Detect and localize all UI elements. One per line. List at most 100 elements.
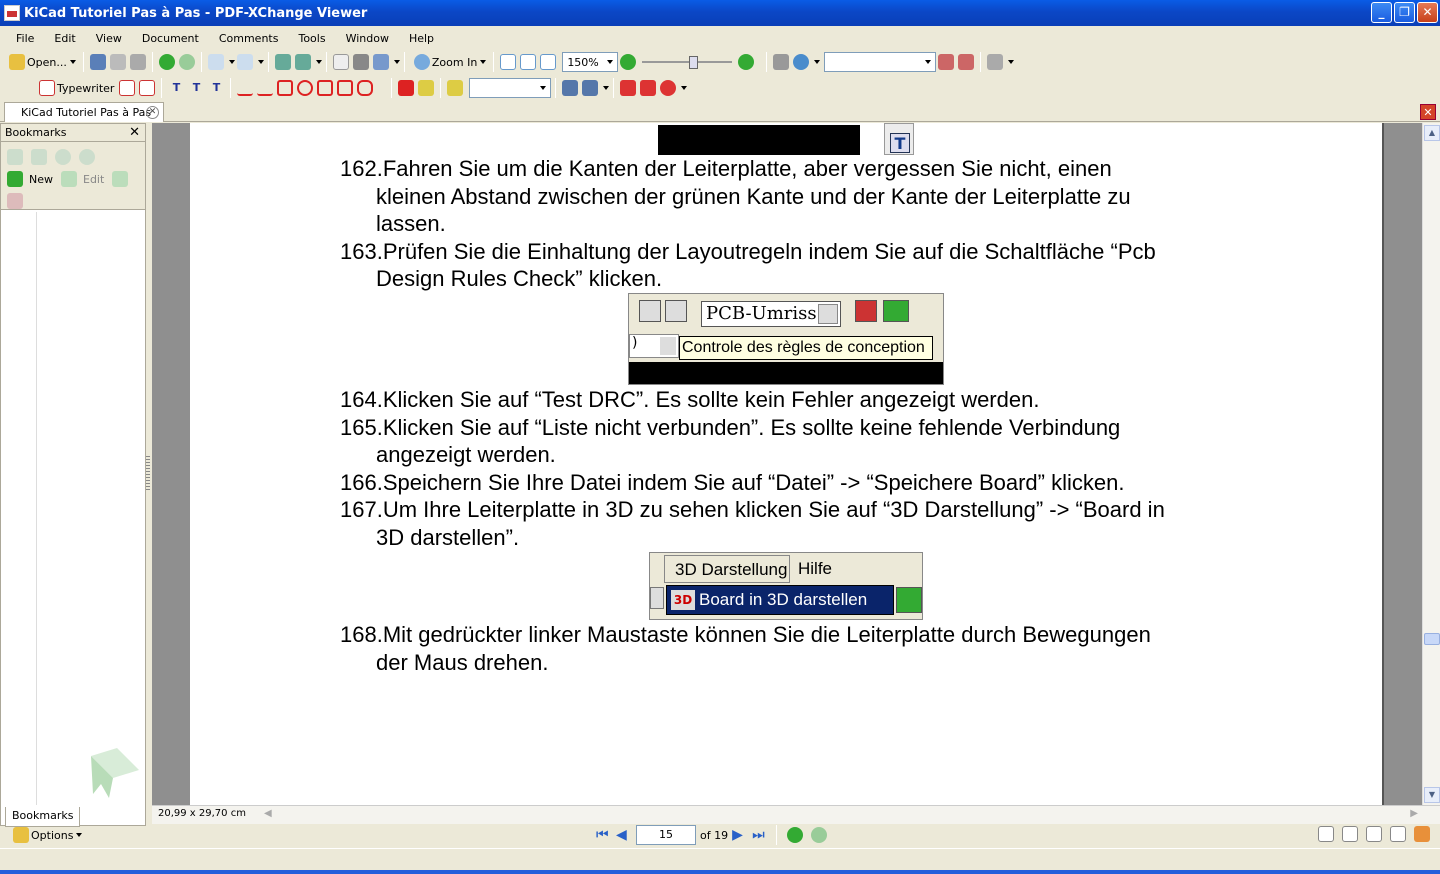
back-icon[interactable] — [158, 54, 175, 70]
last-page-icon[interactable]: ⏭ — [752, 827, 768, 843]
splitter-grip[interactable] — [146, 456, 150, 492]
page-total-label: of 19 — [700, 828, 729, 842]
rectangle-icon[interactable] — [277, 80, 294, 96]
print-icon[interactable] — [109, 54, 126, 70]
first-page-icon[interactable]: ⏮ — [596, 827, 612, 843]
fit-page-icon[interactable] — [520, 54, 537, 70]
measure-icon[interactable] — [562, 80, 579, 96]
menu-view[interactable]: View — [86, 32, 132, 45]
menu-file[interactable]: File — [6, 32, 44, 45]
scroll-left-icon[interactable]: ◀ — [264, 808, 272, 819]
scroll-thumb[interactable] — [1424, 633, 1440, 645]
nav-forward-icon[interactable] — [811, 827, 828, 843]
delete-bookmark-icon[interactable] — [7, 193, 23, 209]
snapshot-icon[interactable] — [352, 54, 369, 70]
undo-icon[interactable] — [207, 54, 224, 70]
search-icon[interactable] — [773, 54, 790, 70]
move-bookmark-icon[interactable] — [112, 171, 129, 187]
menu-comments[interactable]: Comments — [209, 32, 289, 45]
stamp-icon[interactable] — [447, 80, 464, 96]
menu-document[interactable]: Document — [132, 32, 209, 45]
layout-options-icon[interactable] — [1414, 826, 1430, 842]
pencil-icon[interactable] — [398, 80, 415, 96]
page-number-input[interactable]: 15 — [636, 825, 696, 845]
typewriter-button[interactable]: Typewriter — [34, 77, 117, 99]
menu-window[interactable]: Window — [336, 32, 399, 45]
menu-tools[interactable]: Tools — [288, 32, 335, 45]
zoom-out-icon[interactable] — [620, 54, 637, 70]
zoom-out-bookmark-icon[interactable] — [79, 149, 95, 165]
pentagon-icon[interactable] — [337, 80, 354, 96]
forward-icon[interactable] — [178, 54, 195, 70]
zoom-slider[interactable] — [642, 54, 733, 70]
tools-icon[interactable] — [987, 54, 1004, 70]
actual-size-icon[interactable] — [500, 54, 517, 70]
select-text-icon[interactable] — [372, 54, 389, 70]
search-combo[interactable] — [824, 52, 937, 72]
strikeout-icon[interactable]: T — [188, 80, 204, 96]
zoom-in-button[interactable]: Zoom In — [409, 51, 489, 73]
fit-width-icon[interactable] — [540, 54, 557, 70]
zoom-combo[interactable]: 150% — [562, 52, 619, 72]
facing-icon[interactable] — [1366, 826, 1382, 842]
restore-button[interactable]: ❐ — [1394, 2, 1415, 23]
close-document-button[interactable]: ✕ — [1420, 104, 1436, 120]
facing-continuous-icon[interactable] — [1390, 826, 1406, 842]
web-icon[interactable] — [793, 54, 810, 70]
scan-icon[interactable] — [129, 54, 146, 70]
bookmarks-tree[interactable] — [1, 212, 37, 805]
zoom-plus-icon[interactable] — [738, 54, 755, 70]
document-viewport[interactable]: T 162.Fahren Sie um die Kanten der Leite… — [152, 123, 1422, 805]
pin-icon[interactable] — [620, 80, 637, 96]
rotate-right-icon[interactable] — [294, 54, 311, 70]
line-icon[interactable] — [257, 80, 274, 96]
menu-edit[interactable]: Edit — [44, 32, 85, 45]
new-bookmark-button[interactable]: New — [29, 173, 53, 186]
minimize-button[interactable]: _ — [1371, 2, 1392, 23]
text-highlight-icon[interactable]: T — [168, 80, 184, 96]
page-size-label: 20,99 x 29,70 cm — [158, 808, 246, 819]
find-next-icon[interactable] — [958, 54, 975, 70]
zoom-in-icon — [413, 54, 430, 70]
rotate-left-icon[interactable] — [274, 54, 291, 70]
collapse-icon[interactable] — [31, 149, 47, 165]
sound-icon[interactable] — [660, 80, 677, 96]
scroll-down-icon[interactable]: ▼ — [1424, 787, 1440, 803]
menu-help[interactable]: Help — [399, 32, 444, 45]
scroll-right-icon[interactable]: ▶ — [1410, 808, 1418, 819]
callout-icon[interactable] — [119, 80, 136, 96]
hand-tool-icon[interactable] — [332, 54, 349, 70]
prev-page-icon[interactable]: ◀ — [616, 827, 632, 843]
close-tab-icon[interactable]: ✕ — [146, 106, 159, 119]
nav-back-icon[interactable] — [787, 827, 804, 843]
stamp-combo[interactable] — [469, 78, 552, 98]
eraser-icon[interactable] — [418, 80, 435, 96]
area-icon[interactable] — [582, 80, 599, 96]
bookmarks-panel: Bookmarks ✕ New Edit Bookmarks — [0, 123, 146, 827]
close-panel-icon[interactable]: ✕ — [129, 125, 140, 140]
continuous-icon[interactable] — [1342, 826, 1358, 842]
single-page-icon[interactable] — [1318, 826, 1334, 842]
scroll-up-icon[interactable]: ▲ — [1424, 125, 1440, 141]
next-page-icon[interactable]: ▶ — [732, 827, 748, 843]
attach-icon[interactable] — [640, 80, 657, 96]
textbox-icon[interactable] — [139, 80, 156, 96]
underline-icon[interactable]: T — [208, 80, 224, 96]
find-prev-icon[interactable] — [938, 54, 955, 70]
vertical-scrollbar[interactable]: ▲ ▼ — [1422, 123, 1440, 805]
expand-icon[interactable] — [7, 149, 23, 165]
layer-combo: PCB-Umriss — [701, 301, 841, 327]
options-button[interactable]: Options — [8, 824, 85, 846]
polygon-icon[interactable] — [317, 80, 334, 96]
oval-icon[interactable] — [297, 80, 314, 96]
save-icon[interactable] — [89, 54, 106, 70]
document-tab[interactable]: KiCad Tutoriel Pas à Pas ✕ — [4, 102, 164, 122]
redo-icon[interactable] — [236, 54, 253, 70]
zoom-value: 150% — [567, 55, 599, 69]
zoom-bookmark-icon[interactable] — [55, 149, 71, 165]
arrow-icon[interactable] — [237, 80, 254, 96]
cloud-icon[interactable] — [357, 80, 374, 96]
close-window-button[interactable]: ✕ — [1417, 2, 1438, 23]
open-button[interactable]: Open... — [4, 51, 79, 73]
edit-bookmark-button[interactable]: Edit — [83, 173, 104, 186]
